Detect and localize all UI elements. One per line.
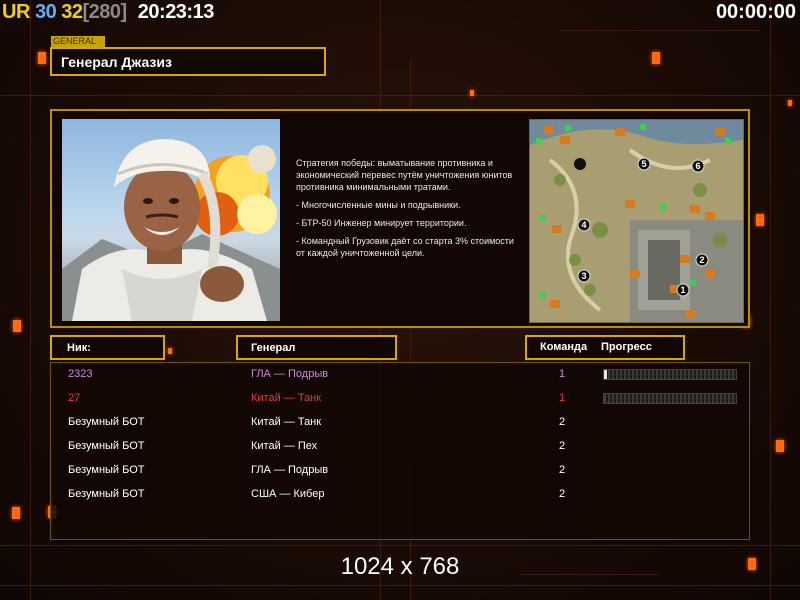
description-line: - БТР-50 Инженер минирует территории.: [296, 218, 467, 228]
general-description: Стратегия победы: выматывание противника…: [296, 157, 522, 265]
header-nick-label: Ник:: [67, 342, 91, 354]
table-row[interactable]: 27 Китай — Танк 1: [51, 392, 749, 416]
description-line: Стратегия победы: выматывание противника…: [296, 158, 513, 192]
fps-value-280: [280]: [82, 1, 128, 23]
svg-text:6: 6: [695, 161, 700, 171]
general-title-box: Генерал Джазиз: [50, 47, 326, 76]
header-team-label: Команда: [540, 341, 588, 353]
player-nick: Безумный БОТ: [68, 440, 145, 452]
table-row[interactable]: Безумный БОТ США — Кибер 2: [51, 488, 749, 512]
player-general: Китай — Танк: [251, 392, 322, 404]
progress-fill: [604, 370, 607, 379]
game-timer: 00:00:00: [715, 1, 796, 23]
player-general: США — Кибер: [251, 488, 325, 500]
general-name: Генерал Джазиз: [61, 54, 172, 70]
player-team: 1: [559, 392, 566, 404]
loading-progress-bar: [603, 369, 737, 380]
player-list: 2323 ГЛА — Подрыв 1 27 Китай — Танк 1 Бе…: [50, 362, 750, 540]
player-general: Китай — Танк: [251, 416, 322, 428]
table-row[interactable]: Безумный БОТ ГЛА — Подрыв 2: [51, 464, 749, 488]
header-general: Генерал: [236, 335, 397, 360]
resolution-label: 1024 x 768: [340, 553, 460, 580]
fps-ur-label: UR: [2, 1, 30, 23]
header-nick: Ник:: [50, 335, 165, 360]
player-nick: Безумный БОТ: [68, 416, 145, 428]
description-line: - Многочисленные мины и подрывники.: [296, 200, 461, 210]
player-general: ГЛА — Подрыв: [251, 368, 329, 380]
player-team: 2: [559, 440, 566, 452]
player-nick: 27: [68, 392, 81, 404]
svg-text:4: 4: [581, 220, 586, 230]
general-info-panel: Стратегия победы: выматывание противника…: [50, 109, 750, 328]
header-general-label: Генерал: [251, 342, 296, 354]
player-nick: Безумный БОТ: [68, 464, 145, 476]
system-clock: 20:23:13: [137, 1, 215, 23]
svg-text:3: 3: [581, 271, 586, 281]
header-progress-label: Прогресс: [601, 341, 652, 353]
player-team: 2: [559, 488, 566, 500]
fps-value-30: 30: [34, 1, 57, 23]
svg-text:2: 2: [699, 255, 704, 265]
loading-progress-bar: [603, 393, 737, 404]
general-tag: GENERAL: [51, 36, 105, 47]
svg-text:5: 5: [641, 159, 646, 169]
table-row[interactable]: 2323 ГЛА — Подрыв 1: [51, 368, 749, 392]
fps-value-32: 32: [61, 1, 83, 23]
player-general: ГЛА — Подрыв: [251, 464, 329, 476]
general-portrait: [62, 119, 280, 321]
description-line: - Командный Грузовик даёт со старта 3% с…: [296, 236, 514, 258]
top-bar: UR 30 32[280] 20:23:13 00:00:00: [0, 0, 800, 26]
table-row[interactable]: Безумный БОТ Китай — Пех 2: [51, 440, 749, 464]
player-team: 2: [559, 464, 566, 476]
player-team: 1: [559, 368, 566, 380]
player-nick: Безумный БОТ: [68, 488, 145, 500]
map-preview[interactable]: 1 2 3 4 5 6: [529, 119, 744, 323]
player-nick: 2323: [68, 368, 93, 380]
player-team: 2: [559, 416, 566, 428]
fps-counter: UR 30 32[280] 20:23:13: [2, 1, 214, 24]
table-row[interactable]: Безумный БОТ Китай — Танк 2: [51, 416, 749, 440]
minimap-image: 1 2 3 4 5 6: [530, 120, 743, 322]
svg-text:1: 1: [680, 285, 685, 295]
portrait-image: [62, 139, 280, 321]
player-general: Китай — Пех: [251, 440, 318, 452]
header-team-progress: Команда Прогресс: [525, 335, 685, 360]
